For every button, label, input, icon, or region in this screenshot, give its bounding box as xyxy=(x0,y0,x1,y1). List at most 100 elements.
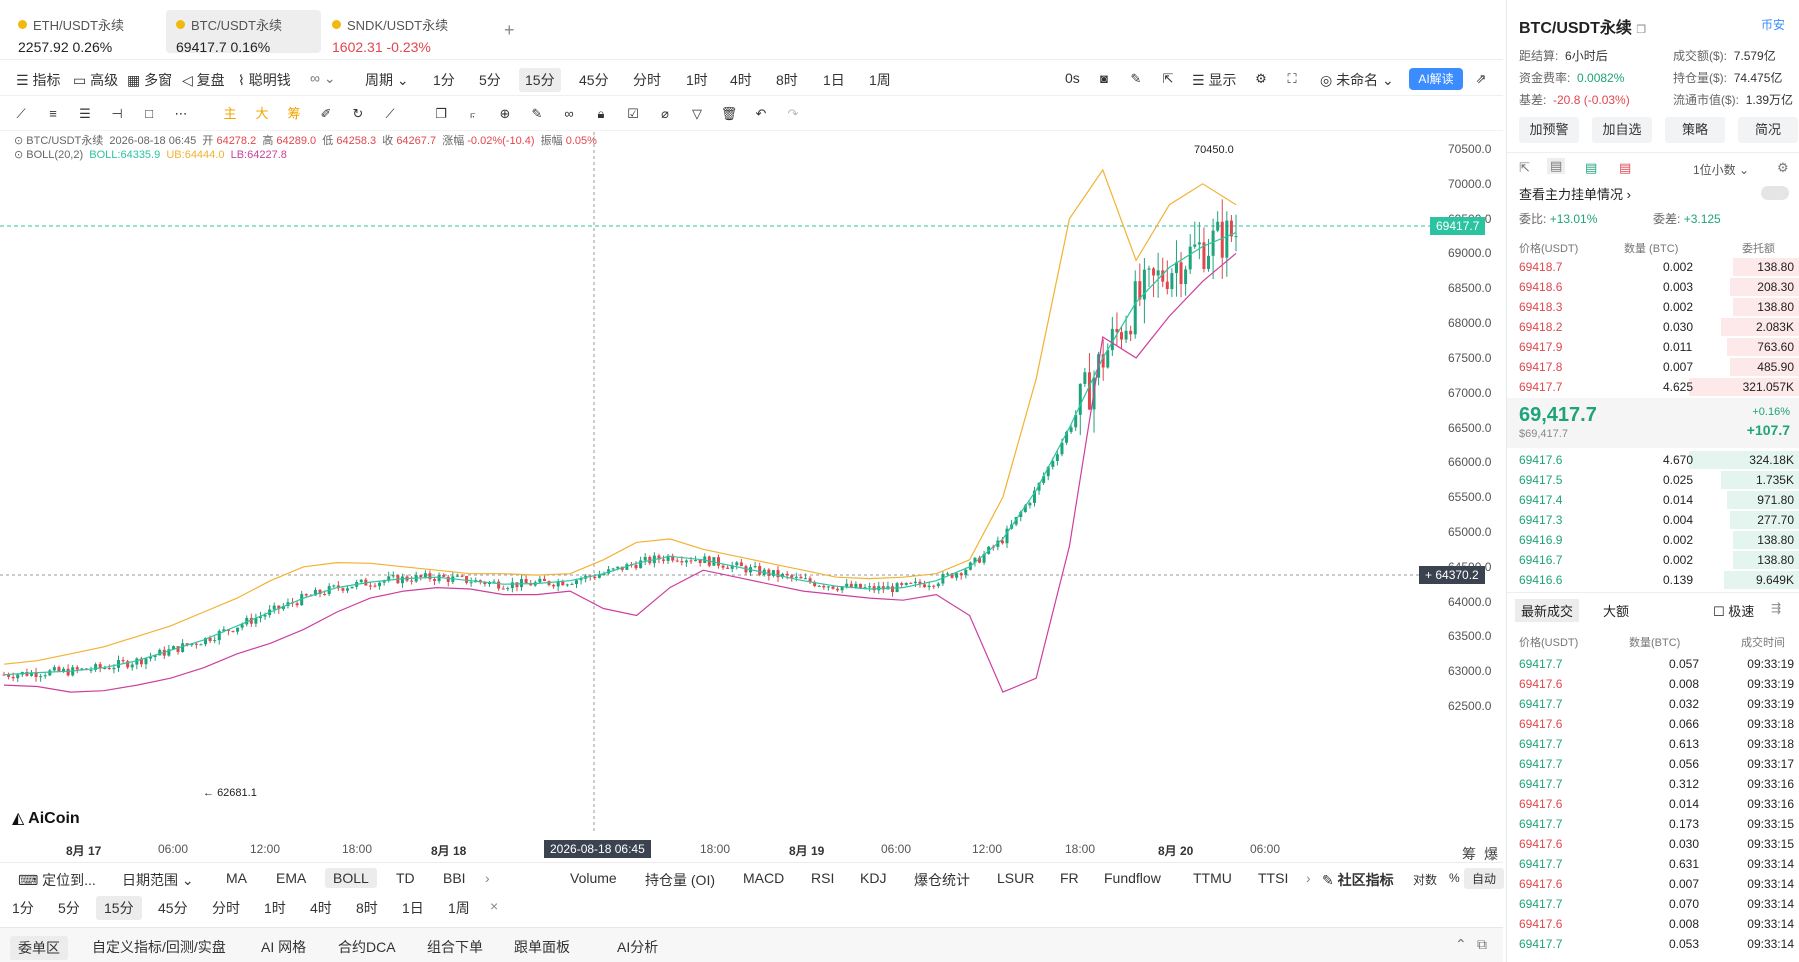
close-period-bar-button[interactable]: × xyxy=(490,898,498,914)
log-scale-button[interactable]: 对数 xyxy=(1413,871,1437,888)
export-icon[interactable]: ⇱ xyxy=(1159,70,1177,88)
ask-row[interactable]: 69417.8 0.007 485.90 xyxy=(1507,357,1799,377)
export-icon[interactable]: ⇱ xyxy=(1519,160,1530,176)
tab-btc[interactable]: BTC/USDT永续 69417.7 0.16% xyxy=(166,10,321,55)
channel-icon[interactable]: ☰ xyxy=(76,105,94,123)
period-dropdown[interactable]: 周期 ⌄ xyxy=(365,70,409,90)
bid-row[interactable]: 69417.5 0.025 1.735K xyxy=(1507,470,1799,490)
add-tab-button[interactable]: + xyxy=(504,20,515,41)
measure-icon[interactable]: ⟋ xyxy=(381,105,399,123)
bp-1d[interactable]: 1日 xyxy=(402,898,424,918)
footer-tab-orders[interactable]: 委单区 xyxy=(10,936,68,960)
settings-icon[interactable]: ⚙ xyxy=(1252,70,1270,88)
sub-kdj[interactable]: KDJ xyxy=(860,870,886,886)
bp-timeline[interactable]: 分时 xyxy=(212,898,240,918)
sub-ttsi[interactable]: TTSI xyxy=(1258,870,1288,886)
sub-more-icon[interactable]: › xyxy=(1306,870,1311,886)
sub-rsi[interactable]: RSI xyxy=(811,870,834,886)
main-orders-link[interactable]: 查看主力挂单情况 › xyxy=(1519,184,1631,203)
tab-latest-trades[interactable]: 最新成交 xyxy=(1515,599,1580,622)
bp-1h[interactable]: 1时 xyxy=(264,898,286,918)
add-alert-button[interactable]: 加预警 xyxy=(1519,117,1579,143)
sub-volume[interactable]: Volume xyxy=(570,870,617,886)
period-15m[interactable]: 15分 xyxy=(519,68,561,92)
fullscreen-icon[interactable]: ⛶ xyxy=(1283,70,1301,88)
ob-bids-icon[interactable]: ▤ xyxy=(1585,160,1597,176)
rectangle-icon[interactable]: □ xyxy=(140,105,158,123)
locate-button[interactable]: ⌨ 定位到... xyxy=(18,870,96,890)
copy-icon[interactable]: ❐ xyxy=(1636,24,1646,36)
tab-sndk[interactable]: SNDK/USDT永续 1602.31 -0.23% xyxy=(322,10,477,55)
ob-header-amount[interactable]: 委托额 xyxy=(1742,240,1775,256)
chart-canvas[interactable] xyxy=(0,132,1503,862)
ob-both-icon[interactable]: ▤ xyxy=(1547,158,1566,174)
bid-row[interactable]: 69416.9 0.002 138.80 xyxy=(1507,530,1799,550)
percent-scale-button[interactable]: % xyxy=(1449,871,1460,885)
period-45m[interactable]: 45分 xyxy=(579,70,609,90)
bp-45m[interactable]: 45分 xyxy=(158,898,188,918)
add-watchlist-button[interactable]: 加自选 xyxy=(1592,117,1652,143)
ask-row[interactable]: 69418.3 0.002 138.80 xyxy=(1507,297,1799,317)
fast-toggle[interactable]: ☐ 极速 xyxy=(1713,601,1754,620)
period-1h[interactable]: 1时 xyxy=(686,70,708,90)
sub-liquidation[interactable]: 爆仓统计 xyxy=(914,870,970,890)
da-tool[interactable]: 大 xyxy=(253,105,271,123)
ind-ema[interactable]: EMA xyxy=(276,870,306,886)
sub-macd[interactable]: MACD xyxy=(743,870,784,886)
indicator-button[interactable]: ☰ 指标 xyxy=(16,70,60,90)
lock-icon[interactable]: 🔒︎ xyxy=(592,105,610,123)
ruler-icon[interactable]: ⟔ xyxy=(464,105,482,123)
trash-icon[interactable]: 🗑︎ xyxy=(720,105,738,123)
overview-button[interactable]: 简况 xyxy=(1738,117,1798,143)
ask-row[interactable]: 69417.7 4.625 321.057K xyxy=(1507,377,1799,397)
check-icon[interactable]: ☑ xyxy=(624,105,642,123)
bp-1m[interactable]: 1分 xyxy=(12,898,34,918)
sub-ttmu[interactable]: TTMU xyxy=(1193,870,1232,886)
ask-row[interactable]: 69418.7 0.002 138.80 xyxy=(1507,257,1799,277)
decimal-dropdown[interactable]: 1位小数 ⌄ xyxy=(1693,161,1749,178)
ob-asks-icon[interactable]: ▤ xyxy=(1619,160,1631,176)
bid-row[interactable]: 69417.6 4.670 324.18K xyxy=(1507,450,1799,470)
display-button[interactable]: ☰ 显示 xyxy=(1192,70,1236,90)
corner-bao[interactable]: 爆 xyxy=(1484,844,1498,864)
more-dropdown[interactable]: ∞ ⌄ xyxy=(310,70,336,87)
corner-chou[interactable]: 筹 xyxy=(1462,844,1476,864)
community-indicator-button[interactable]: ✎ 社区指标 xyxy=(1322,870,1394,890)
popout-icon[interactable]: ⧉ xyxy=(1477,936,1487,953)
footer-tab-dca[interactable]: 合约DCA xyxy=(338,937,396,957)
ind-bbi[interactable]: BBI xyxy=(443,870,466,886)
sub-lsur[interactable]: LSUR xyxy=(997,870,1034,886)
footer-tab-copy[interactable]: 跟单面板 xyxy=(514,937,570,957)
ind-more-icon[interactable]: › xyxy=(485,870,490,886)
pen-icon[interactable]: ✎ xyxy=(1127,70,1145,88)
ask-row[interactable]: 69418.2 0.030 2.083K xyxy=(1507,317,1799,337)
ask-row[interactable]: 69418.6 0.003 208.30 xyxy=(1507,277,1799,297)
ind-td[interactable]: TD xyxy=(396,870,415,886)
ai-interpret-button[interactable]: AI解读 xyxy=(1409,68,1463,90)
bp-15m[interactable]: 15分 xyxy=(96,896,142,920)
footer-tab-ai-analysis[interactable]: AI分析 xyxy=(617,937,658,957)
period-1d[interactable]: 1日 xyxy=(823,70,845,90)
tab-eth[interactable]: ETH/USDT永续 2257.92 0.26% xyxy=(8,10,163,55)
replay-button[interactable]: ◁ 复盘 xyxy=(182,70,225,90)
ind-ma[interactable]: MA xyxy=(226,870,247,886)
link-icon[interactable]: ∞ xyxy=(560,105,578,123)
parallel-lines-icon[interactable]: ≡ xyxy=(44,105,62,123)
period-4h[interactable]: 4时 xyxy=(730,70,752,90)
price-chart[interactable]: ⊙ BTC/USDT永续 2026-08-18 06:45 开 64278.2 … xyxy=(0,132,1503,862)
period-timeline[interactable]: 分时 xyxy=(633,70,661,90)
ob-settings-icon[interactable]: ⚙ xyxy=(1777,160,1789,176)
period-1w[interactable]: 1周 xyxy=(869,70,891,90)
refresh-icon[interactable]: ↻ xyxy=(349,105,367,123)
path-icon[interactable]: ⋯ xyxy=(172,105,190,123)
trendline-icon[interactable]: ⟋ xyxy=(12,105,30,123)
bp-4h[interactable]: 4时 xyxy=(310,898,332,918)
ask-row[interactable]: 69417.9 0.011 763.60 xyxy=(1507,337,1799,357)
footer-tab-ai-grid[interactable]: AI 网格 xyxy=(261,937,306,957)
trades-settings-icon[interactable]: ⇶ xyxy=(1771,601,1781,615)
period-8h[interactable]: 8时 xyxy=(776,70,798,90)
ind-boll[interactable]: BOLL xyxy=(325,868,377,888)
bid-row[interactable]: 69417.3 0.004 277.70 xyxy=(1507,510,1799,530)
zhu-tool[interactable]: 主 xyxy=(221,105,239,123)
sub-fundflow[interactable]: Fundflow xyxy=(1104,870,1161,886)
